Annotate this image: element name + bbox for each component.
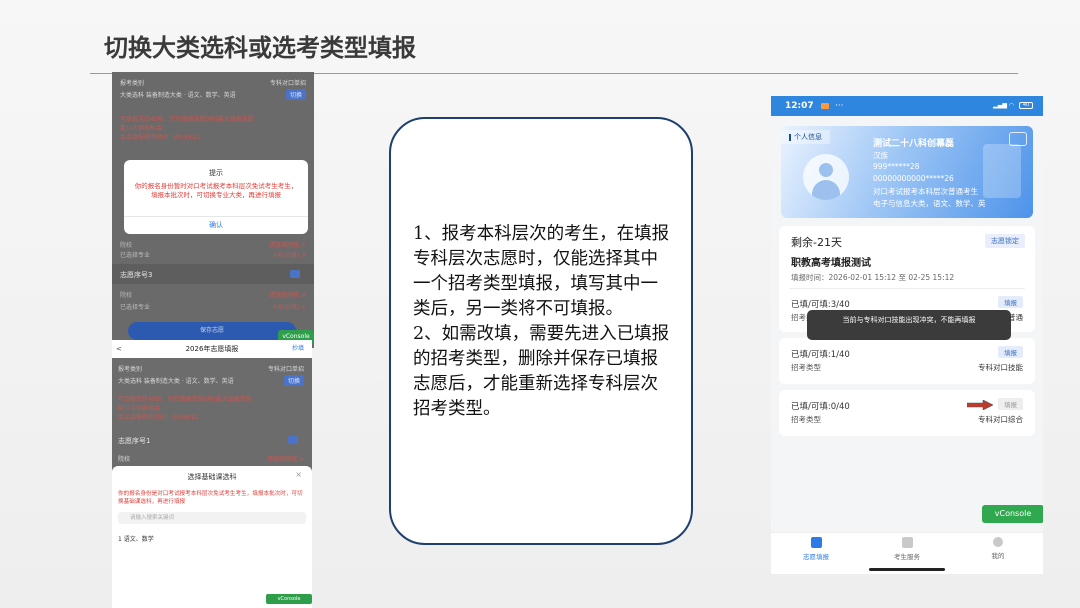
info-row: 大类选科 装备制造大类 · 语文、数学、英语 xyxy=(120,90,306,99)
info-label: 大类选科 装备制造大类 · 语文、数学、英语 xyxy=(118,378,234,385)
exam-type-card: 已填/可填:1/40 招考类型 专科对口技能 填报 xyxy=(779,338,1035,384)
fill-button[interactable]: 填报 xyxy=(998,346,1023,358)
vconsole-button[interactable]: vConsole xyxy=(982,505,1043,523)
screen-header: < 2026年志愿填报 抄填 xyxy=(112,340,312,358)
personal-info-card[interactable]: 个人信息 测试二十八科创幕磊 汉族 999******28 0000000000… xyxy=(781,126,1033,218)
instruction-point-1: 1、报考本科层次的考生，在填报专科层次志愿时，仅能选择其中一个招考类型填报，填写… xyxy=(413,224,670,319)
instruction-point-2: 2、如需改填，需要先进入已填报的招考类型，删除并保存已填报志愿后，才能重新选择专… xyxy=(413,324,670,419)
instruction-box: 1、报考本科层次的考生，在填报专科层次志愿时，仅能选择其中一个招考类型填报，填写… xyxy=(389,117,693,545)
red-arrow-icon xyxy=(967,400,993,410)
system-icons: ▂▄▆ ◠ 40 xyxy=(993,96,1033,116)
battery-icon: 40 xyxy=(1019,102,1033,109)
remaining-days: 剩余-21天 xyxy=(791,236,842,249)
search-input[interactable]: 请输入搜索关键词 xyxy=(118,512,306,524)
field-select[interactable]: 0/6(必填) > xyxy=(273,250,306,259)
fill-count: 已填/可填:1/40 xyxy=(791,350,850,360)
prompt-dialog: 提示 你的报名身份暂时对口考试报考本科层次免试考生考生，填报本批次时，可切换专业… xyxy=(124,160,308,234)
phone-screenshot: 12:07 ··· ▂▄▆ ◠ 40 个人信息 测试二十八科创幕磊 汉族 999… xyxy=(771,96,1043,574)
screenshot-select-subject: < 2026年志愿填报 抄填 报考类别 专科对口单招 大类选科 装备制造大类 ·… xyxy=(112,340,312,608)
more-notifications: ··· xyxy=(834,101,844,111)
exam-type-card: 已填/可填:0/40 招考类型 专科对口综合 填报 xyxy=(779,390,1035,436)
lock-volunteer-button[interactable]: 志愿锁定 xyxy=(985,234,1025,248)
avatar xyxy=(803,154,849,200)
dialog-message: 你的报名身份暂时对口考试报考本科层次免试考生考生，填报本批次时，可切换专业大类，… xyxy=(134,182,298,199)
delete-icon[interactable] xyxy=(290,270,300,278)
sheet-title: 选择基础课选科 xyxy=(187,473,237,481)
student-nation: 汉族 xyxy=(873,151,888,160)
subject-picker-sheet: 选择基础课选科 × 你的报名身份是对口考试报考本科层次免试考生考生，填报本批次时… xyxy=(112,466,312,608)
tag-label: 个人信息 xyxy=(794,133,822,141)
status-time: 12:07 xyxy=(785,101,814,111)
info-label: 报考类别 xyxy=(120,80,145,87)
avatar-head xyxy=(819,163,833,177)
student-exam-number: 00000000000*****26 xyxy=(873,174,954,183)
slide-title: 切换大类选科或选考类型填报 xyxy=(104,34,416,62)
save-volunteer-button[interactable]: 保存志愿 xyxy=(128,322,296,340)
notice-text: 本次填报剩余时间：00:39:21 xyxy=(120,134,201,141)
notice-text: 数)2次填报机会 xyxy=(118,405,161,412)
notice-text: 可填报志愿45所，已已填报志愿0所(最大填报志愿 xyxy=(120,116,254,123)
tab-label: 志愿填报 xyxy=(803,553,829,561)
vconsole-button[interactable]: vConsole xyxy=(266,594,312,604)
home-indicator xyxy=(869,568,945,571)
tab-student-service[interactable]: 考生服务 xyxy=(872,537,942,561)
info-value: 专科对口单招 xyxy=(267,366,304,373)
copy-fill-button[interactable]: 抄填 xyxy=(292,340,304,358)
tab-volunteer[interactable]: 志愿填报 xyxy=(781,537,851,561)
subject-option[interactable]: 1 语文、数学 xyxy=(112,524,312,543)
card-illustration xyxy=(983,144,1021,198)
delete-icon[interactable] xyxy=(288,436,298,444)
back-icon[interactable]: < xyxy=(116,340,122,358)
dialog-title: 提示 xyxy=(209,169,223,177)
exam-type-value: 专科对口技能 xyxy=(978,363,1023,372)
close-icon[interactable]: × xyxy=(295,470,302,479)
tab-label: 考生服务 xyxy=(894,553,920,561)
switch-button[interactable]: 切换 xyxy=(285,89,306,100)
user-icon xyxy=(993,537,1003,547)
notice-text: 本次填报剩余时间：00:39:21 xyxy=(118,414,199,421)
status-bar: 12:07 ··· ▂▄▆ ◠ 40 xyxy=(771,96,1043,116)
field-select[interactable]: 请选择院校 > xyxy=(269,290,306,299)
notification-icon xyxy=(820,102,829,109)
student-name: 测试二十八科创幕磊 xyxy=(873,139,955,149)
dialog-confirm-button[interactable]: 确认 xyxy=(124,220,308,230)
screen-title: 2026年志愿填报 xyxy=(185,345,239,353)
divider xyxy=(789,288,1025,289)
field-select[interactable]: 0/6(必填) > xyxy=(273,302,306,311)
document-icon xyxy=(810,537,822,548)
dialog-divider xyxy=(124,216,308,217)
exam-type-value: 专科对口综合 xyxy=(978,415,1023,424)
field-select[interactable]: 请选择院校 > xyxy=(269,240,306,249)
fill-time: 填报时间：2026-02-01 15:12 至 02-25 15:12 xyxy=(791,273,955,282)
plan-title: 职教高考填报测试 xyxy=(791,258,871,269)
conflict-toast: 当前与专科对口技能出现冲突，不能再填报 xyxy=(807,310,1011,340)
tab-mine[interactable]: 我的 xyxy=(963,537,1033,560)
exam-type-label: 招考类型 xyxy=(791,363,821,372)
notice-text: 数)2次填报机会 xyxy=(120,125,163,132)
avatar-body xyxy=(812,180,840,200)
info-value: 专科对口单招 xyxy=(269,80,306,87)
fill-button[interactable]: 填报 xyxy=(998,296,1023,308)
fill-count: 已填/可填:0/40 xyxy=(791,402,850,412)
info-label: 大类选科 装备制造大类 · 语文、数学、英语 xyxy=(120,92,236,99)
fill-count: 已填/可填:3/40 xyxy=(791,300,850,310)
tag-marker xyxy=(789,133,791,141)
fill-button-disabled[interactable]: 填报 xyxy=(998,398,1023,410)
section-title: 志愿序号3 xyxy=(120,271,153,279)
exam-type-label: 招考类型 xyxy=(791,415,821,424)
screenshot-switch-category: 报考类别 专科对口单招 大类选科 装备制造大类 · 语文、数学、英语 切换 可填… xyxy=(112,72,314,348)
student-subjects: 电子与信息大类，语文、数学、英 xyxy=(873,199,986,208)
sheet-warning: 你的报名身份是对口考试报考本科层次免试考生考生，填报本批次时，可切换基础课选科，… xyxy=(118,491,303,505)
tab-label: 我的 xyxy=(991,552,1005,560)
student-id-number: 999******28 xyxy=(873,162,920,171)
field-select[interactable]: 请选择院校 > xyxy=(267,454,304,463)
notice-text: 可填报志愿45所，已已填报志愿0所(最大填报志愿 xyxy=(118,396,252,403)
card-illustration-badge xyxy=(1009,132,1027,146)
personal-info-tag: 个人信息 xyxy=(781,130,830,144)
switch-button[interactable]: 切换 xyxy=(283,375,304,386)
instruction-text: 1、报考本科层次的考生，在填报专科层次志愿时，仅能选择其中一个招考类型填报，填写… xyxy=(413,222,675,422)
section-title: 志愿序号1 xyxy=(118,437,151,445)
student-category: 对口考试报考本科层次普通考生 xyxy=(873,187,978,196)
service-icon xyxy=(901,537,913,548)
